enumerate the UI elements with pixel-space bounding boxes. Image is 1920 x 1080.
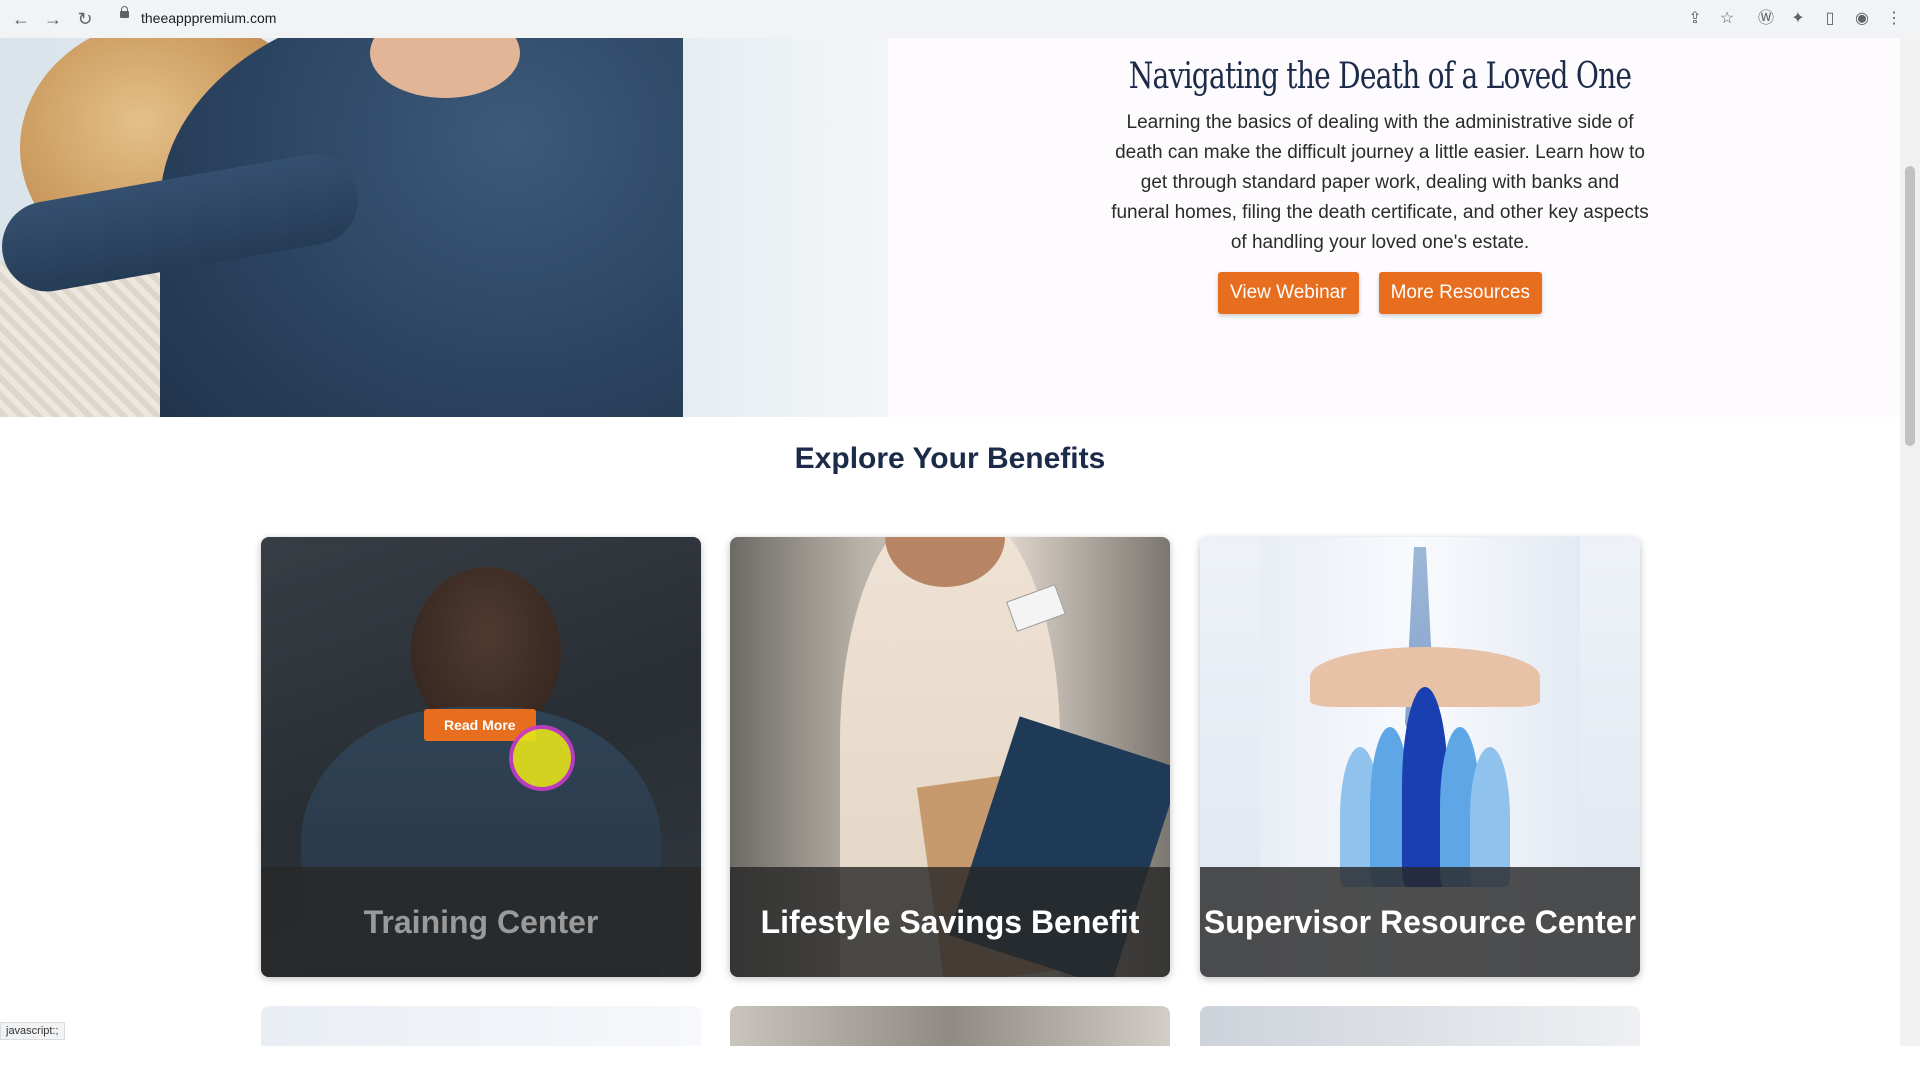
training-center-card[interactable]: Read More Training Center: [261, 537, 701, 977]
supervisor-resource-card[interactable]: Supervisor Resource Center: [1200, 537, 1640, 977]
hero-image: [0, 38, 888, 417]
page-content: Navigating the Death of a Loved One Lear…: [0, 38, 1900, 1046]
lock-icon[interactable]: [120, 6, 129, 18]
card-caption: Training Center: [261, 867, 701, 977]
star-icon[interactable]: ☆: [1717, 9, 1737, 29]
scrollbar[interactable]: [1900, 38, 1920, 1046]
status-bar: javascript:;: [0, 1022, 65, 1040]
sidepanel-icon[interactable]: ▯: [1820, 9, 1840, 29]
hero-section: Navigating the Death of a Loved One Lear…: [0, 38, 1900, 417]
cursor-highlight: [513, 729, 571, 787]
extensions-icon[interactable]: ✦: [1788, 9, 1808, 29]
forward-icon[interactable]: →: [40, 6, 66, 32]
wordpress-icon[interactable]: Ⓦ: [1756, 9, 1776, 29]
card-caption: Lifestyle Savings Benefit: [730, 867, 1170, 977]
address-bar[interactable]: theeapppremium.com: [141, 10, 276, 26]
profile-icon[interactable]: ◉: [1852, 9, 1872, 29]
card-partial[interactable]: [730, 1006, 1170, 1046]
view-webinar-button[interactable]: View Webinar: [1218, 272, 1359, 314]
share-icon[interactable]: ⇪: [1685, 9, 1705, 29]
card-partial[interactable]: [1200, 1006, 1640, 1046]
browser-toolbar: ← → ↻ theeapppremium.com ⇪ ☆ Ⓦ ✦ ▯ ◉ ⋮: [0, 0, 1920, 39]
hero-text: Navigating the Death of a Loved One Lear…: [1110, 48, 1650, 314]
more-resources-button[interactable]: More Resources: [1378, 272, 1542, 314]
hero-title: Navigating the Death of a Loved One: [1128, 56, 1632, 97]
lifestyle-savings-card[interactable]: Lifestyle Savings Benefit: [730, 537, 1170, 977]
reload-icon[interactable]: ↻: [72, 6, 98, 32]
read-more-button[interactable]: Read More: [424, 709, 536, 741]
team-figures-icon: [1340, 687, 1510, 887]
card-caption: Supervisor Resource Center: [1200, 867, 1640, 977]
section-title: Explore Your Benefits: [794, 442, 1106, 475]
card-partial[interactable]: [261, 1006, 701, 1046]
back-icon[interactable]: ←: [8, 6, 34, 32]
hero-buttons: View Webinar More Resources: [1110, 272, 1650, 314]
hero-body: Learning the basics of dealing with the …: [1111, 112, 1649, 253]
scroll-thumb[interactable]: [1905, 166, 1915, 446]
hero-image-window: [683, 38, 888, 417]
menu-icon[interactable]: ⋮: [1884, 9, 1904, 29]
